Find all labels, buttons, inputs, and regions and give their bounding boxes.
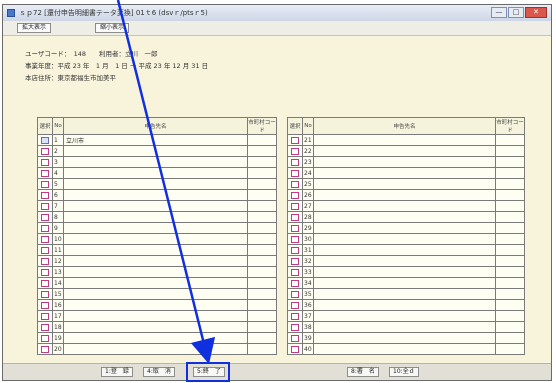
annotation-arrow	[116, 0, 216, 365]
annotation-highlight-box	[186, 362, 230, 382]
